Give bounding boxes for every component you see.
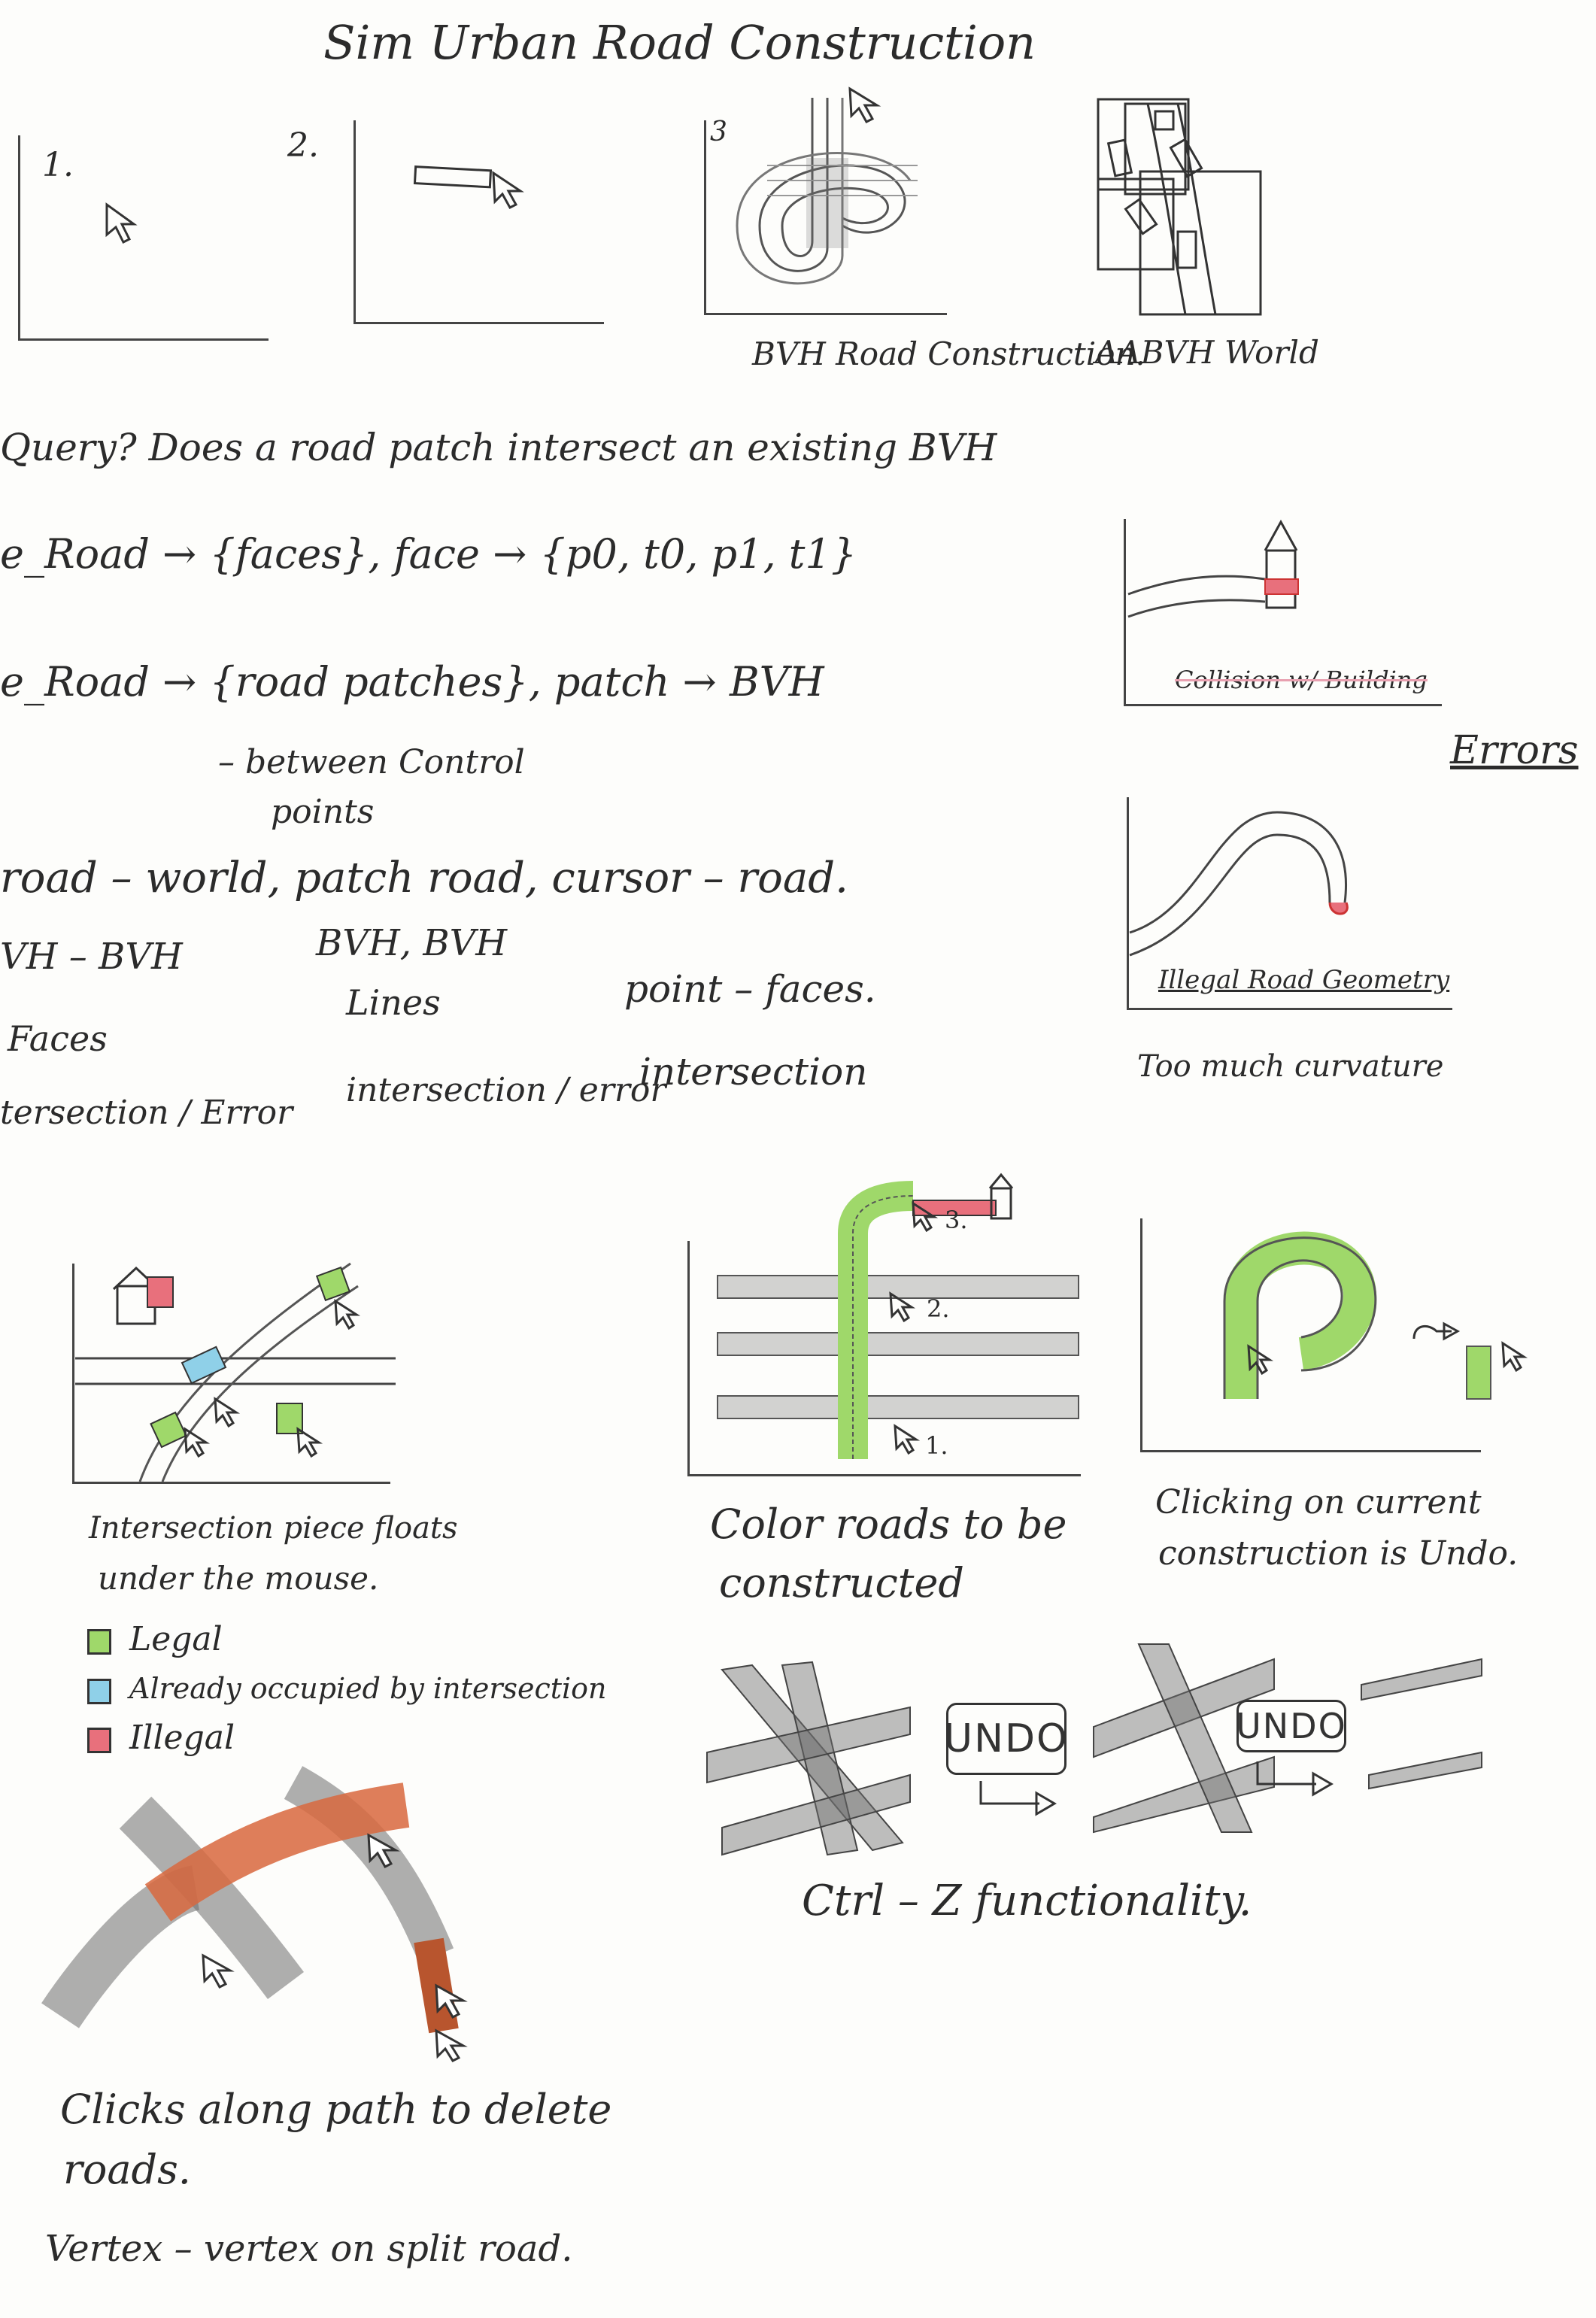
float-sketch: [72, 1249, 403, 1489]
vertex-caption: Vertex – vertex on split road.: [45, 2228, 573, 2270]
caption-aabvh: AABVH World: [1095, 334, 1319, 371]
illegal-road-sketch: [1127, 797, 1382, 963]
cursor-icon: [104, 202, 149, 247]
page-title: Sim Urban Road Construction: [323, 15, 1036, 70]
undo-label-2: UNDO: [1236, 1706, 1347, 1746]
note-faces: Faces: [8, 1018, 108, 1059]
undo-caption-1: Clicking on current: [1155, 1483, 1482, 1522]
legend-occupied: Already occupied by intersection: [87, 1672, 607, 1705]
legend-legal-swatch: [87, 1628, 111, 1655]
collision-caption: Collision w/ Building: [1175, 666, 1428, 694]
note-road-world: road – world, patch road, cursor – road.: [0, 854, 848, 903]
legend-legal-label: Legal: [129, 1620, 223, 1658]
note-between-control: – between Control: [218, 743, 525, 781]
arrow-right-icon: [976, 1776, 1059, 1822]
undo-click-sketch: [1188, 1218, 1549, 1414]
note-points: points: [271, 793, 375, 831]
note-road-faces: e_Road → {faces}, face → {p0, t0, p1, t1…: [0, 530, 857, 578]
ctrl-z-caption: Ctrl – Z functionality.: [802, 1877, 1252, 1925]
color-roads-sketch: [687, 1173, 1086, 1474]
too-much-curvature: Too much curvature: [1137, 1049, 1444, 1084]
undo-button-2[interactable]: UNDO: [1236, 1700, 1346, 1752]
note-intersection: intersection: [639, 1050, 868, 1094]
road-patch-drag: [412, 158, 533, 218]
note-query: Query? Does a road patch intersect an ex…: [0, 426, 997, 469]
step-2: 2.: [927, 1294, 950, 1323]
legend-legal: Legal: [87, 1620, 607, 1658]
collision-sketch: [1125, 496, 1321, 647]
note-road-patches: e_Road → {road patches}, patch → BVH: [0, 658, 824, 705]
road-grid-before: [706, 1661, 911, 1856]
aabvh-world-sketch: [1095, 96, 1268, 322]
errors-heading: Errors: [1450, 728, 1579, 773]
delete-roads-sketch: [45, 1760, 466, 2061]
panel-2-number: 2.: [287, 126, 319, 165]
bvh-road-loop: [730, 75, 918, 293]
legend-illegal: Illegal: [87, 1719, 607, 1757]
undo-label-1: UNDO: [944, 1716, 1069, 1761]
panel-3-number: 3: [710, 117, 727, 147]
color-caption-2: constructed: [719, 1559, 965, 1607]
legend-occupied-swatch: [87, 1678, 111, 1704]
note-point-faces: point – faces.: [624, 967, 876, 1011]
road-grid-after: [1361, 1658, 1482, 1790]
note-intersection-error-2: intersection / error: [346, 1071, 666, 1109]
delete-caption-2: roads.: [63, 2146, 191, 2193]
undo-button-1[interactable]: UNDO: [944, 1703, 1069, 1775]
color-caption-1: Color roads to be: [710, 1500, 1067, 1548]
float-caption-2: under the mouse.: [98, 1560, 379, 1597]
illegal-caption: Illegal Road Geometry: [1158, 965, 1450, 995]
legend-occupied-label: Already occupied by intersection: [129, 1672, 607, 1705]
note-bvh-bvh: BVH, BVH: [316, 922, 508, 964]
note-lines: Lines: [346, 982, 441, 1023]
arrow-right-icon: [1253, 1757, 1336, 1802]
panel-1-number: 1.: [42, 146, 74, 184]
legend-illegal-label: Illegal: [129, 1719, 235, 1757]
delete-caption-1: Clicks along path to delete: [60, 2086, 612, 2133]
legend: Legal Already occupied by intersection I…: [87, 1620, 607, 1757]
step-3: 3.: [945, 1206, 968, 1234]
step-1: 1.: [925, 1431, 948, 1460]
caption-bvh: BVH Road Construction.: [752, 335, 1145, 372]
float-caption-1: Intersection piece floats: [89, 1511, 458, 1546]
legend-illegal-swatch: [87, 1727, 111, 1753]
undo-caption-2: construction is Undo.: [1158, 1534, 1519, 1573]
note-intersection-error: tersection / Error: [0, 1094, 293, 1132]
note-vh-bvh: VH – BVH: [0, 936, 183, 978]
panel-2-axes: [353, 120, 604, 324]
